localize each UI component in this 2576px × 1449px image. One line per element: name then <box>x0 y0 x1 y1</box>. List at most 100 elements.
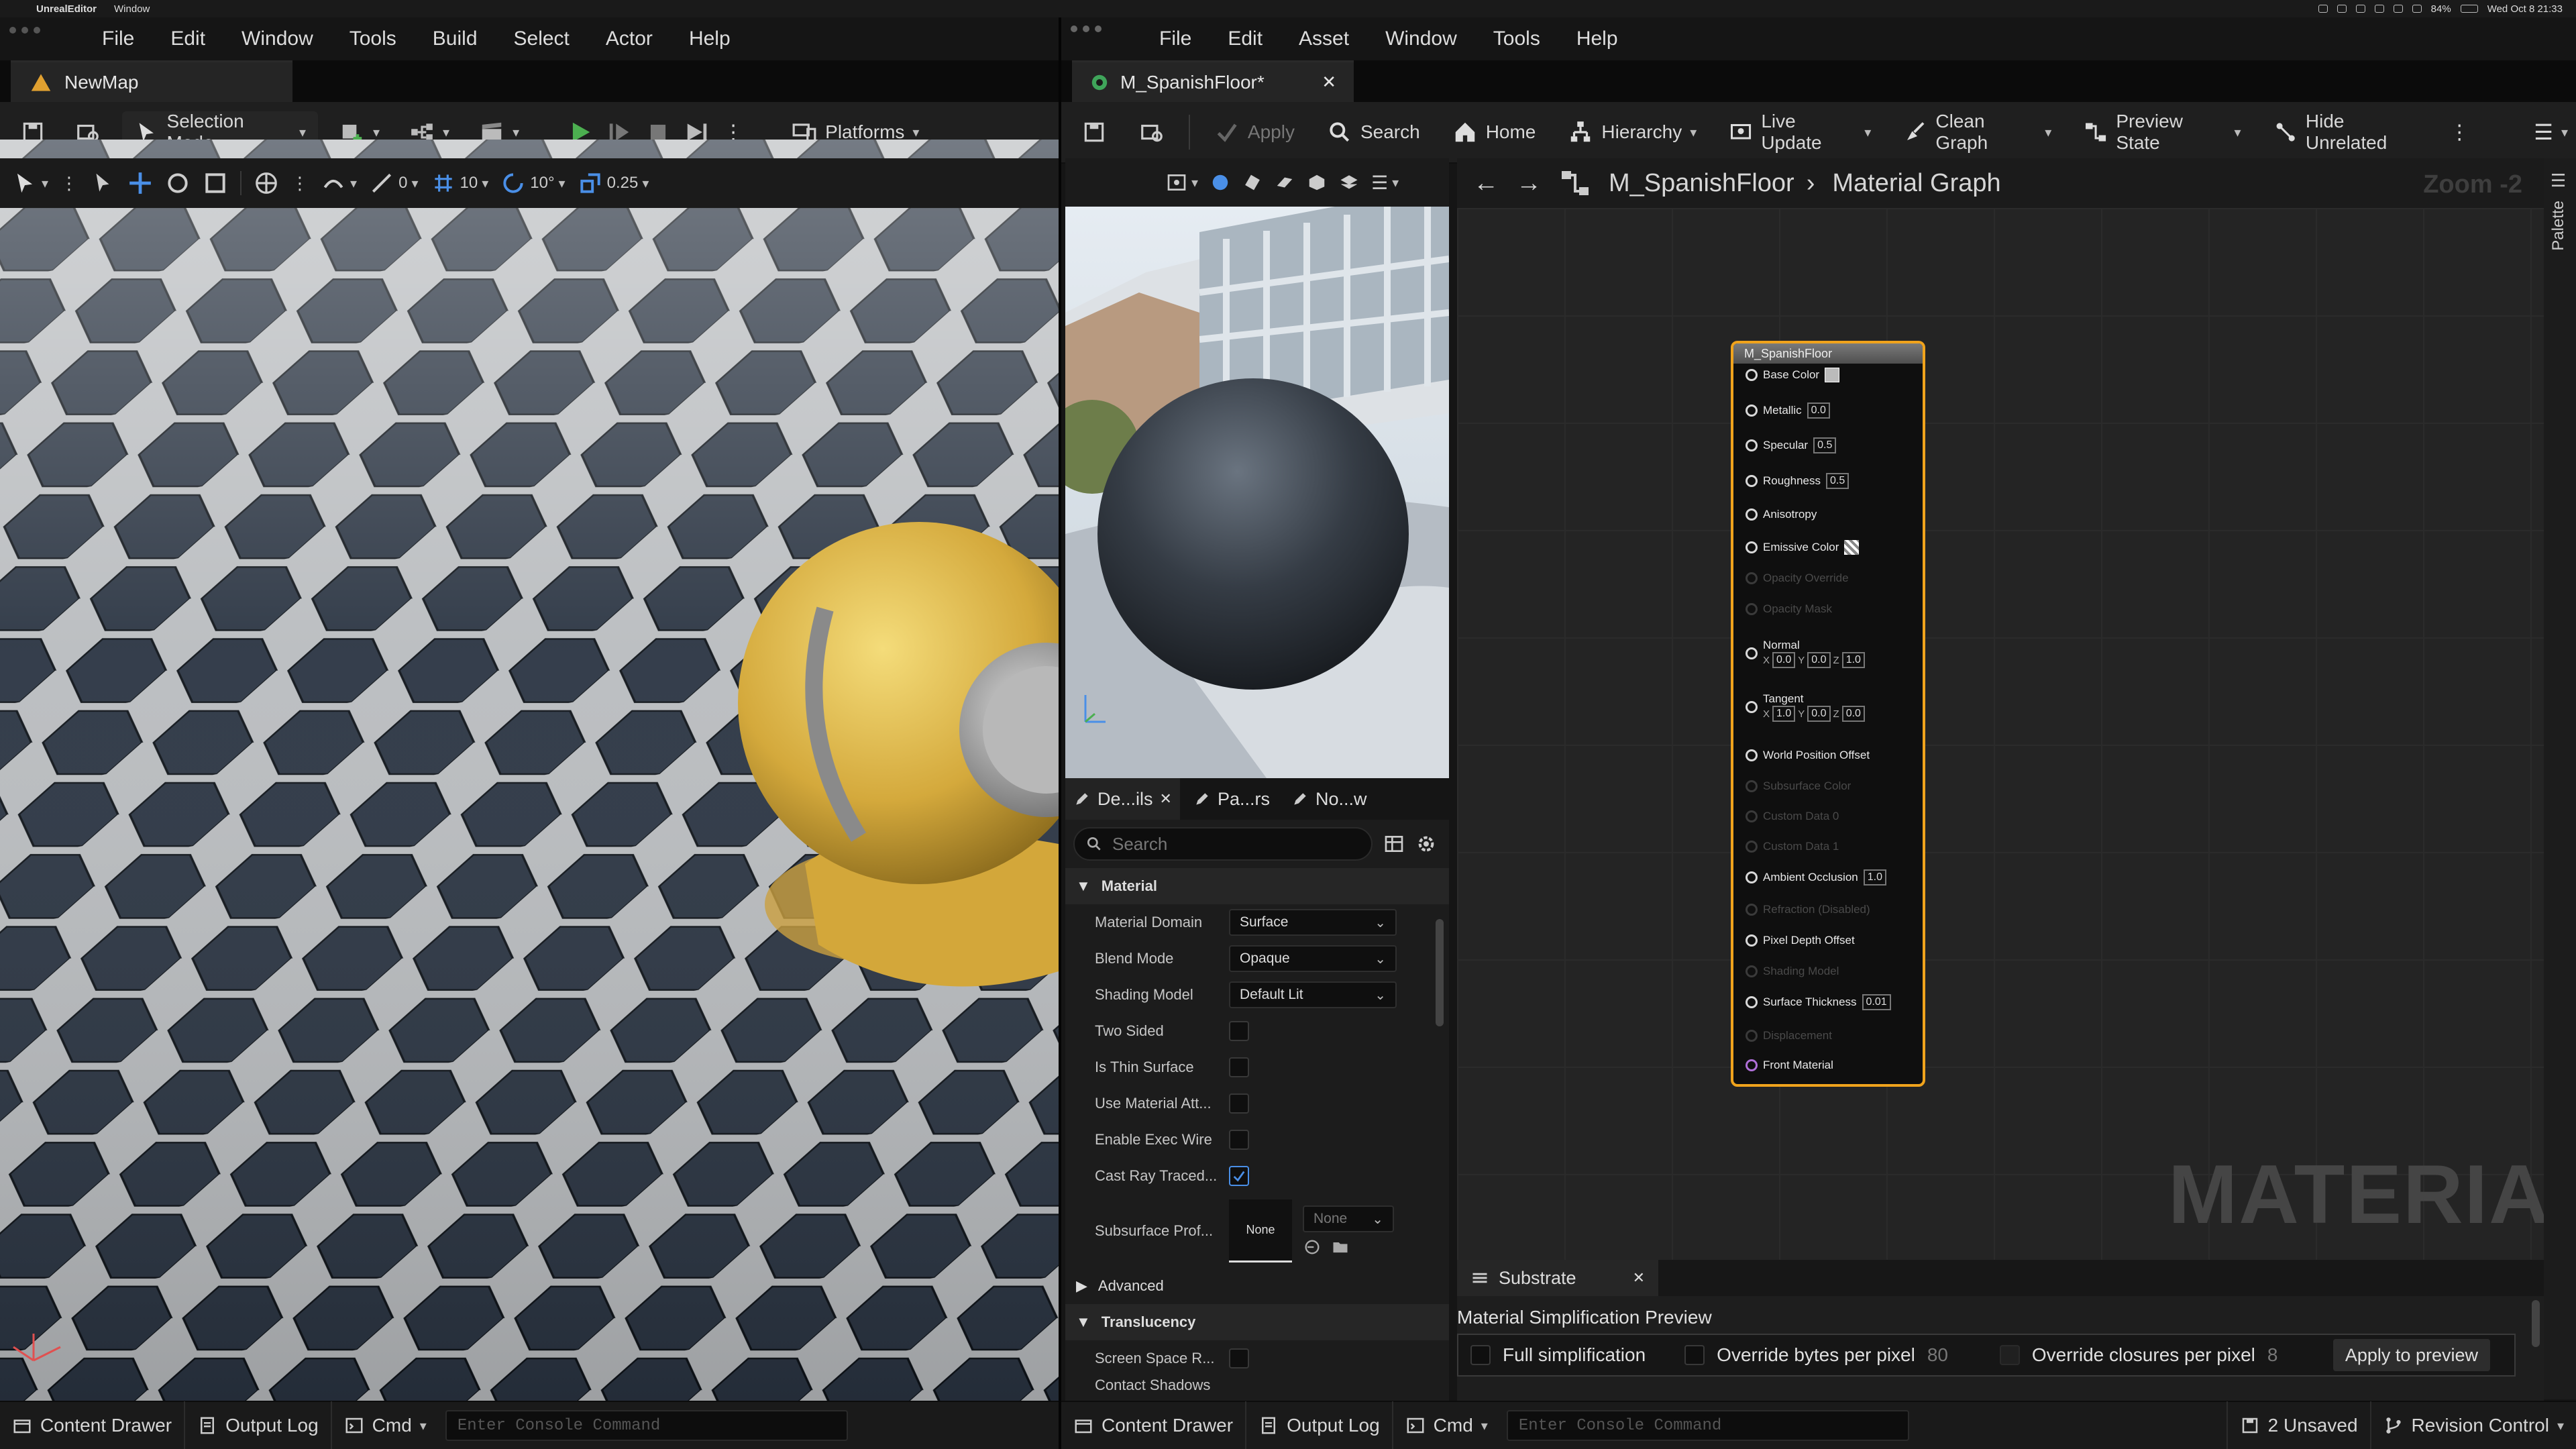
pin-value[interactable]: 0.5 <box>1813 437 1837 453</box>
scale-snap-toggle[interactable]: 0.25 ▾ <box>578 170 649 196</box>
pin-value[interactable]: 0.01 <box>1862 994 1891 1010</box>
close-tab-icon[interactable]: ✕ <box>1322 72 1336 93</box>
save-button[interactable] <box>1073 111 1115 153</box>
output-log-button[interactable]: Output Log <box>1246 1401 1393 1449</box>
cube-preview-icon[interactable] <box>1307 172 1327 193</box>
live-update-dropdown[interactable]: Live Update ▾ <box>1721 111 1879 153</box>
breadcrumb-graph[interactable]: Material Graph <box>1832 169 2000 198</box>
pin-metallic[interactable]: Metallic 0.0 <box>1746 402 1830 419</box>
preview-menu-dropdown[interactable]: ☰ ▾ <box>1371 172 1399 194</box>
mac-window-menu[interactable]: Window <box>114 3 150 15</box>
pin-connector-icon[interactable] <box>1746 871 1758 883</box>
pin-tangent[interactable]: Tangent X 1.0 Y 0.0 Z 0.0 <box>1746 692 1865 722</box>
thin-surface-checkbox[interactable] <box>1229 1057 1249 1077</box>
tab-parameters[interactable]: Pa...rs <box>1185 778 1278 820</box>
vector-x[interactable]: 0.0 <box>1772 652 1796 668</box>
select-icon[interactable] <box>90 170 115 196</box>
status-icon[interactable] <box>2374 5 2384 13</box>
content-drawer-button[interactable]: Content Drawer <box>0 1401 186 1449</box>
level-viewport[interactable] <box>0 140 1059 1401</box>
sphere-preview-icon[interactable] <box>1210 172 1230 193</box>
tab-m-spanishfloor[interactable]: M_SpanishFloor* ✕ <box>1072 60 1354 102</box>
pin-connector-icon[interactable] <box>1746 1059 1758 1071</box>
material-result-node[interactable]: M_SpanishFloor Base Color Metallic 0.0 Sp… <box>1731 341 1925 1087</box>
globe-icon[interactable] <box>254 170 279 196</box>
pin-connector-icon[interactable] <box>1746 475 1758 487</box>
full-simplification-checkbox[interactable] <box>1470 1345 1491 1365</box>
pin-normal[interactable]: Normal X 0.0 Y 0.0 Z 1.0 <box>1746 639 1865 668</box>
hamburger-menu-button[interactable]: ☰ ▾ <box>2526 111 2576 153</box>
pin-connector-icon[interactable] <box>1746 749 1758 761</box>
close-window-dot[interactable] <box>9 27 16 34</box>
more-options-icon[interactable]: ⋮ <box>60 173 78 194</box>
status-icon[interactable] <box>2318 5 2328 13</box>
console-input[interactable]: Enter Console Command <box>445 1410 848 1441</box>
minimize-window-dot[interactable] <box>21 27 28 34</box>
move-icon[interactable] <box>127 170 153 196</box>
status-icon[interactable] <box>2355 5 2365 13</box>
status-icon[interactable] <box>2393 5 2403 13</box>
hide-unrelated-button[interactable]: Hide Unrelated <box>2265 111 2434 153</box>
back-arrow-icon[interactable]: ← <box>1473 169 1499 198</box>
pin-connector-icon[interactable] <box>1746 369 1758 381</box>
mesh-preview-icon[interactable] <box>1339 172 1359 193</box>
close-tab-icon[interactable]: ✕ <box>1633 1269 1645 1287</box>
mac-app-name[interactable]: UnrealEditor <box>36 3 97 15</box>
blend-mode-dropdown[interactable]: Opaque ⌄ <box>1229 945 1397 972</box>
pin-front-material[interactable]: Front Material <box>1746 1059 1833 1072</box>
menu-file[interactable]: File <box>1159 28 1191 50</box>
menu-actor[interactable]: Actor <box>606 28 653 50</box>
pin-base-color[interactable]: Base Color <box>1746 368 1840 382</box>
pin-connector-icon[interactable] <box>1746 701 1758 713</box>
cylinder-preview-icon[interactable] <box>1242 172 1263 193</box>
override-bytes-checkbox[interactable] <box>1684 1345 1705 1365</box>
pin-surface-thickness[interactable]: Surface Thickness 0.01 <box>1746 994 1891 1010</box>
vector-y[interactable]: 0.0 <box>1807 652 1831 668</box>
pin-value[interactable]: 0.5 <box>1826 473 1849 489</box>
transform-select-dropdown[interactable]: ▾ <box>12 170 48 196</box>
cmd-dropdown[interactable]: Cmd ▾ <box>332 1401 439 1449</box>
tab-substrate[interactable]: Substrate ✕ <box>1457 1260 1658 1296</box>
status-icon[interactable] <box>2337 5 2347 13</box>
palette-tab[interactable]: Palette <box>2549 201 2568 251</box>
use-material-attributes-checkbox[interactable] <box>1229 1093 1249 1114</box>
material-domain-dropdown[interactable]: Surface ⌄ <box>1229 909 1397 936</box>
close-tab-icon[interactable]: ✕ <box>1160 790 1172 808</box>
menu-file[interactable]: File <box>102 28 134 50</box>
pin-world-position-offset[interactable]: World Position Offset <box>1746 749 1870 762</box>
subsurface-thumbnail[interactable]: None <box>1229 1199 1292 1263</box>
pin-connector-icon[interactable] <box>1746 508 1758 521</box>
tab-newmap[interactable]: NewMap <box>11 60 292 102</box>
vector-z[interactable]: 0.0 <box>1841 706 1865 722</box>
menu-build[interactable]: Build <box>433 28 478 50</box>
menu-select[interactable]: Select <box>514 28 570 50</box>
use-selected-icon[interactable] <box>1303 1238 1322 1256</box>
home-button[interactable]: Home <box>1444 111 1544 153</box>
pin-value[interactable]: 1.0 <box>1863 869 1886 885</box>
plane-preview-icon[interactable] <box>1275 172 1295 193</box>
clock[interactable]: Wed Oct 8 21:33 <box>2487 3 2563 15</box>
pin-connector-icon[interactable] <box>1746 647 1758 659</box>
rotate-icon[interactable] <box>165 170 191 196</box>
browse-button[interactable] <box>1131 111 1173 153</box>
pin-specular[interactable]: Specular 0.5 <box>1746 437 1837 453</box>
more-options-icon[interactable]: ⋮ <box>291 173 309 194</box>
scale-icon[interactable] <box>203 170 228 196</box>
category-material[interactable]: ▼ Material <box>1065 868 1449 904</box>
menu-help[interactable]: Help <box>689 28 731 50</box>
pin-value[interactable]: 0.0 <box>1807 402 1830 419</box>
cmd-dropdown[interactable]: Cmd ▾ <box>1393 1401 1500 1449</box>
material-graph-canvas[interactable] <box>1457 208 2544 1260</box>
pin-connector-icon[interactable] <box>1746 934 1758 947</box>
apply-to-preview-button[interactable]: Apply to preview <box>2332 1339 2490 1371</box>
wifi-icon[interactable] <box>2412 5 2422 13</box>
zoom-window-dot[interactable] <box>34 27 40 34</box>
content-drawer-button[interactable]: Content Drawer <box>1061 1401 1247 1449</box>
console-input[interactable]: Enter Console Command <box>1506 1410 1909 1441</box>
grid-snap-toggle[interactable]: 10 ▾ <box>431 170 488 196</box>
override-closures-checkbox[interactable] <box>1999 1345 2020 1365</box>
apply-button[interactable]: Apply <box>1206 111 1303 153</box>
menu-asset[interactable]: Asset <box>1299 28 1349 50</box>
forward-arrow-icon[interactable]: → <box>1516 169 1542 198</box>
pin-connector-icon[interactable] <box>1746 405 1758 417</box>
